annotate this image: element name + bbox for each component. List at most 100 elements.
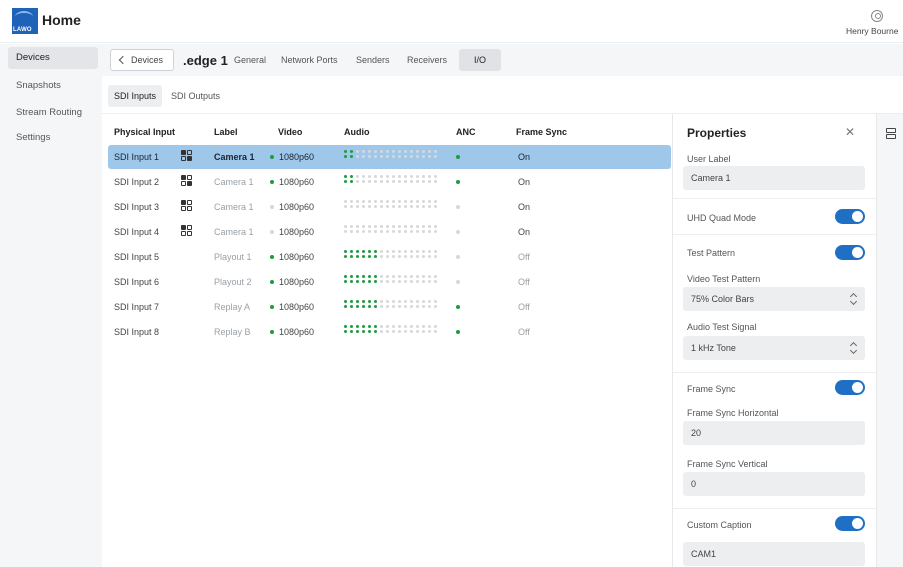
anc-status-icon xyxy=(456,255,460,259)
audio-test-signal-select[interactable]: 1 kHz Tone xyxy=(683,336,865,360)
physical-input-cell: SDI Input 1 xyxy=(114,152,160,162)
anc-status-icon xyxy=(456,205,460,209)
label-cell: Playout 2 xyxy=(214,277,252,287)
frame-sync-cell: On xyxy=(518,202,531,212)
test-pattern-toggle[interactable] xyxy=(835,245,865,260)
label-cell: Camera 1 xyxy=(214,202,254,212)
audio-meter xyxy=(344,150,444,164)
audio-test-signal-label: Audio Test Signal xyxy=(687,322,757,332)
properties-panel: Properties ✕ User Label Camera 1 UHD Qua… xyxy=(672,114,876,567)
physical-input-cell: SDI Input 8 xyxy=(114,327,160,337)
chevron-up-down-icon xyxy=(850,343,857,353)
sidebar-item-devices[interactable]: Devices xyxy=(8,47,98,69)
divider xyxy=(673,234,876,235)
video-cell: 1080p60 xyxy=(270,302,314,312)
frame-sync-horizontal-field[interactable]: 20 xyxy=(683,421,865,445)
frame-sync-cell: On xyxy=(518,177,531,187)
tab-general[interactable]: General xyxy=(234,49,266,71)
device-tabs-bar: Devices .edge 1 General Network Ports Se… xyxy=(102,44,903,76)
user-name[interactable]: Henry Bourne xyxy=(846,26,898,36)
physical-input-cell: SDI Input 7 xyxy=(114,302,160,312)
label-cell: Playout 1 xyxy=(214,252,252,262)
sidebar: Devices Snapshots Stream Routing Setting… xyxy=(0,44,102,567)
uhd-quad-mode-toggle[interactable] xyxy=(835,209,865,224)
custom-caption-label: Custom Caption xyxy=(687,520,752,530)
column-header-video: Video xyxy=(278,127,303,137)
audio-meter xyxy=(344,200,444,214)
quad-grid-icon xyxy=(181,200,193,212)
video-cell: 1080p60 xyxy=(270,152,314,162)
table-row[interactable]: SDI Input 1 Camera 1 1080p60 On xyxy=(108,145,671,169)
column-header-frame-sync: Frame Sync xyxy=(516,127,568,137)
page-title: Home xyxy=(42,12,81,28)
audio-meter xyxy=(344,175,444,189)
anc-status-icon xyxy=(456,155,460,159)
sidebar-item-settings[interactable]: Settings xyxy=(8,127,98,149)
frame-sync-cell: Off xyxy=(518,302,530,312)
video-status-icon xyxy=(270,329,274,334)
frame-sync-cell: On xyxy=(518,152,531,162)
video-test-pattern-select[interactable]: 75% Color Bars xyxy=(683,287,865,311)
label-cell: Replay A xyxy=(214,302,251,312)
column-header-audio: Audio xyxy=(344,127,370,137)
tab-receivers[interactable]: Receivers xyxy=(407,49,447,71)
physical-input-cell: SDI Input 4 xyxy=(114,227,160,237)
column-header-anc: ANC xyxy=(456,127,476,137)
sidebar-item-snapshots[interactable]: Snapshots xyxy=(8,75,98,97)
anc-status-icon xyxy=(456,180,460,184)
video-cell: 1080p60 xyxy=(270,227,314,237)
label-cell: Replay B xyxy=(214,327,251,337)
frame-sync-vertical-field[interactable]: 0 xyxy=(683,472,865,496)
right-rail xyxy=(876,114,903,567)
user-label-field[interactable]: Camera 1 xyxy=(683,166,865,190)
audio-test-signal-value: 1 kHz Tone xyxy=(691,343,736,353)
frame-sync-horizontal-label: Frame Sync Horizontal xyxy=(687,408,779,418)
close-icon[interactable]: ✕ xyxy=(845,125,855,139)
audio-meter xyxy=(344,300,444,314)
audio-meter xyxy=(344,250,444,264)
sidebar-item-stream-routing[interactable]: Stream Routing xyxy=(8,102,98,124)
physical-input-cell: SDI Input 5 xyxy=(114,252,160,262)
video-status-icon xyxy=(270,204,274,209)
table-row[interactable]: SDI Input 4 Camera 1 1080p60 On xyxy=(108,220,671,244)
lawo-logo[interactable]: LAWO xyxy=(12,8,38,34)
label-cell: Camera 1 xyxy=(214,177,254,187)
device-name: .edge 1 xyxy=(183,53,228,68)
user-icon[interactable] xyxy=(871,10,883,22)
table-row[interactable]: SDI Input 3 Camera 1 1080p60 On xyxy=(108,195,671,219)
video-test-pattern-label: Video Test Pattern xyxy=(687,274,761,284)
tab-io[interactable]: I/O xyxy=(459,49,502,71)
frame-sync-toggle[interactable] xyxy=(835,380,865,395)
quad-grid-icon xyxy=(181,150,193,162)
video-status-icon xyxy=(270,279,274,284)
video-status-icon xyxy=(270,304,274,309)
uhd-quad-mode-label: UHD Quad Mode xyxy=(687,213,757,223)
video-cell: 1080p60 xyxy=(270,252,314,262)
anc-status-icon xyxy=(456,330,460,334)
physical-input-cell: SDI Input 3 xyxy=(114,202,160,212)
column-header-physical-input: Physical Input xyxy=(114,127,176,137)
table-row[interactable]: SDI Input 5 Playout 1 1080p60 Off xyxy=(108,245,671,269)
video-status-icon xyxy=(270,179,274,184)
custom-caption-toggle[interactable] xyxy=(835,516,865,531)
video-status-icon xyxy=(270,254,274,259)
device-panel-icon[interactable] xyxy=(886,128,896,140)
frame-sync-label: Frame Sync xyxy=(687,384,736,394)
custom-caption-field[interactable]: CAM1 xyxy=(683,542,865,566)
label-cell: Camera 1 xyxy=(214,152,255,162)
table-row[interactable]: SDI Input 7 Replay A 1080p60 Off xyxy=(108,295,671,319)
frame-sync-cell: Off xyxy=(518,327,530,337)
back-button[interactable]: Devices xyxy=(110,49,174,71)
video-cell: 1080p60 xyxy=(270,202,314,212)
physical-input-cell: SDI Input 2 xyxy=(114,177,160,187)
frame-sync-cell: Off xyxy=(518,277,530,287)
table-row[interactable]: SDI Input 8 Replay B 1080p60 Off xyxy=(108,320,671,344)
table-row[interactable]: SDI Input 6 Playout 2 1080p60 Off xyxy=(108,270,671,294)
tab-sdi-inputs[interactable]: SDI Inputs xyxy=(108,85,163,107)
io-subtabs: SDI Inputs SDI Outputs xyxy=(102,76,903,114)
tab-network-ports[interactable]: Network Ports xyxy=(281,49,338,71)
tab-sdi-outputs[interactable]: SDI Outputs xyxy=(165,85,226,107)
tab-senders[interactable]: Senders xyxy=(356,49,390,71)
frame-sync-cell: On xyxy=(518,227,531,237)
table-row[interactable]: SDI Input 2 Camera 1 1080p60 On xyxy=(108,170,671,194)
